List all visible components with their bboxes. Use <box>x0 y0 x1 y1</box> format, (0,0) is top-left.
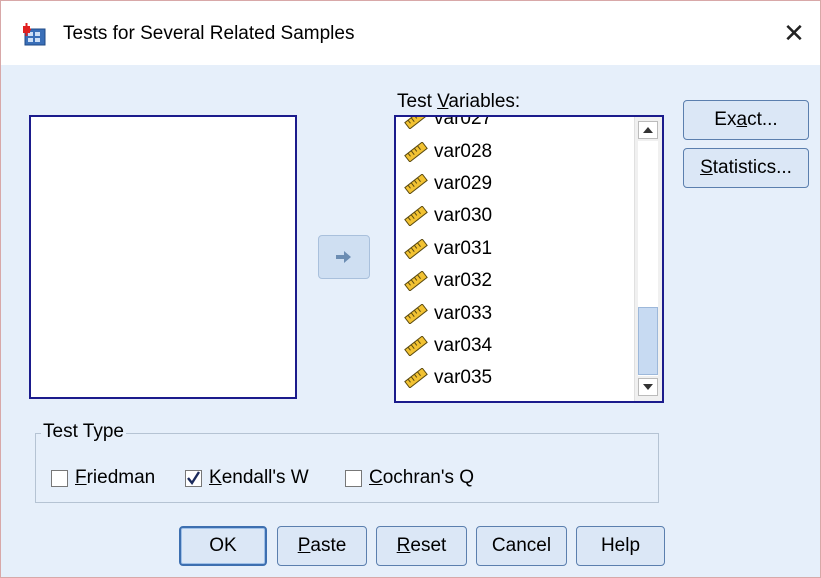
window-title: Tests for Several Related Samples <box>63 23 355 44</box>
variable-name: var028 <box>434 140 493 162</box>
help-button[interactable]: Help <box>576 526 665 566</box>
variable-name: var032 <box>434 270 493 292</box>
check-icon <box>187 470 201 485</box>
variable-name: var035 <box>434 367 493 389</box>
list-item[interactable]: var029 <box>396 168 632 200</box>
dialog-body: Test Variables: var027 var028 var029 var030… <box>1 65 820 577</box>
source-variable-list[interactable] <box>29 115 297 399</box>
cochrans-q-checkbox[interactable]: Cochran's Q <box>345 467 474 489</box>
friedman-label: Friedman <box>75 467 156 488</box>
checkbox-box[interactable] <box>185 469 202 487</box>
dialog-window: Tests for Several Related Samples ✕ Test… <box>0 0 821 578</box>
ruler-icon <box>404 368 428 389</box>
ok-button[interactable]: OK <box>179 526 267 566</box>
scroll-up-button[interactable] <box>638 121 658 139</box>
spss-app-icon <box>22 23 49 47</box>
vertical-scrollbar[interactable] <box>634 117 662 401</box>
variable-name: var031 <box>434 237 493 259</box>
test-variables-items: var027 var028 var029 var030 var031 var032 var0… <box>396 115 632 395</box>
triangle-down-icon <box>643 384 653 390</box>
variable-name: var029 <box>434 172 493 194</box>
ruler-icon <box>404 303 428 324</box>
list-item[interactable]: var028 <box>396 135 632 167</box>
ruler-icon <box>404 335 428 356</box>
test-variables-label: Test Variables: <box>397 91 521 112</box>
variable-name: var027 <box>434 115 493 130</box>
cancel-button[interactable]: Cancel <box>476 526 567 566</box>
ruler-icon <box>404 271 428 292</box>
checkbox-box[interactable] <box>51 469 68 487</box>
list-item[interactable]: var033 <box>396 297 632 329</box>
ruler-icon <box>404 206 428 227</box>
arrow-right-icon <box>336 251 351 263</box>
triangle-up-icon <box>643 127 653 133</box>
checkbox-box[interactable] <box>345 469 362 487</box>
reset-button[interactable]: Reset <box>376 526 467 566</box>
list-item[interactable]: var032 <box>396 265 632 297</box>
kendalls-w-label: Kendall's W <box>209 467 309 488</box>
title-bar: Tests for Several Related Samples ✕ <box>1 1 820 65</box>
close-icon[interactable]: ✕ <box>772 13 816 53</box>
cochrans-q-label: Cochran's Q <box>369 467 475 488</box>
list-item[interactable]: var031 <box>396 233 632 265</box>
ruler-icon <box>404 173 428 194</box>
exact-button[interactable]: Ex a ct... <box>683 100 809 140</box>
ruler-icon <box>404 238 428 259</box>
test-type-label: Test Type <box>41 421 126 443</box>
list-item[interactable]: var030 <box>396 200 632 232</box>
variable-name: var030 <box>434 205 493 227</box>
test-variables-list[interactable]: var027 var028 var029 var030 var031 var032 var0… <box>394 115 664 403</box>
ruler-icon <box>404 141 428 162</box>
paste-button[interactable]: Paste <box>277 526 367 566</box>
variable-name: var033 <box>434 302 493 324</box>
list-item[interactable]: var034 <box>396 330 632 362</box>
friedman-checkbox[interactable]: Friedman <box>51 467 155 489</box>
list-item[interactable]: var035 <box>396 362 632 394</box>
scrollbar-thumb[interactable] <box>638 307 658 375</box>
variable-name: var034 <box>434 334 493 356</box>
kendalls-w-checkbox[interactable]: Kendall's W <box>185 467 309 489</box>
move-variable-button[interactable] <box>318 235 370 279</box>
ruler-icon <box>404 117 428 130</box>
statistics-button[interactable]: Statistics... <box>683 148 809 188</box>
scroll-down-button[interactable] <box>638 378 658 396</box>
list-item[interactable]: var027 <box>396 115 632 135</box>
